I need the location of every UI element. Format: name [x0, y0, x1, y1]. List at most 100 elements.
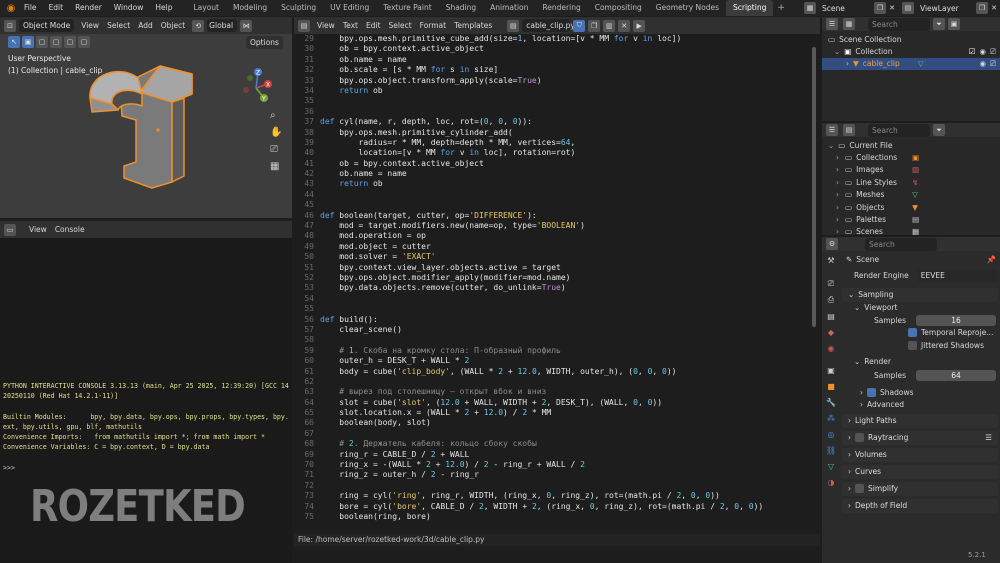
shadows-checkbox[interactable] — [867, 387, 876, 397]
render-samples-field[interactable]: 64 — [916, 370, 997, 382]
render-subsection[interactable]: ⌄ Render — [842, 355, 998, 367]
filename-field[interactable]: cable_clip.py — [522, 19, 575, 32]
expand-arrow-icon[interactable]: › — [836, 203, 839, 212]
object-row-cable-clip[interactable]: › ▼ cable_clip ▽ ◉ ⎚ — [822, 57, 1000, 71]
workspace-tab-scripting[interactable]: Scripting — [726, 0, 774, 16]
open-text-icon[interactable]: ▥ — [603, 19, 616, 32]
orientation-selector[interactable]: Global — [207, 19, 238, 32]
display-mode-icon[interactable]: ▤ — [843, 124, 855, 136]
viewport-menu-add[interactable]: Add — [134, 19, 157, 33]
light-paths-section[interactable]: › Light Paths — [842, 413, 998, 428]
add-workspace-button[interactable]: + — [773, 3, 789, 13]
workspace-tab-modeling[interactable]: Modeling — [226, 0, 274, 16]
grid-icon[interactable]: ▦ — [270, 161, 282, 172]
advanced-row[interactable]: › Advanced — [842, 399, 998, 411]
select-tool-icon[interactable]: ↖ — [8, 36, 20, 48]
workspace-tab-shading[interactable]: Shading — [439, 0, 483, 16]
invert-select-icon[interactable]: ▢ — [64, 36, 76, 48]
workspace-tab-geometry-nodes[interactable]: Geometry Nodes — [649, 0, 726, 16]
editor-menu-view[interactable]: View — [313, 19, 339, 33]
temporal-reprojection-checkbox[interactable] — [908, 328, 917, 338]
visibility-eye-icon[interactable]: ◉ — [979, 47, 986, 56]
tool-tab-icon[interactable]: ⚒ — [824, 253, 838, 267]
properties-type-icon[interactable]: ⚙ — [826, 238, 838, 250]
data-tab-icon[interactable]: ▽ — [824, 459, 838, 473]
mode-selector[interactable]: Object Mode — [19, 19, 75, 32]
console-editor-type-icon[interactable]: ▭ — [4, 223, 16, 236]
extend-select-icon[interactable]: ▢ — [36, 36, 48, 48]
temporal-reprojection-row[interactable]: Temporal Reproje... — [842, 327, 998, 339]
pan-hand-icon[interactable]: ✋ — [270, 127, 282, 138]
render-engine-dropdown[interactable]: EEVEE — [916, 269, 998, 283]
text-editor-type-icon[interactable]: ▤ — [298, 19, 310, 32]
blendfile-item-collections[interactable]: › ▭ Collections ▣ — [822, 151, 1000, 163]
copy-view-layer-icon[interactable]: ❐ — [976, 2, 988, 14]
current-file-row[interactable]: ⌄ ▭ Current File — [822, 139, 1000, 151]
visibility-eye-icon[interactable]: ◉ — [979, 59, 986, 68]
outliner-search[interactable]: Search — [868, 17, 930, 31]
collection-row[interactable]: ⌄ ▣ Collection ☑ ◉ ⎚ — [822, 45, 1000, 57]
viewport-menu-object[interactable]: Object — [157, 19, 189, 33]
expand-arrow-icon[interactable]: › — [836, 165, 839, 174]
workspace-tab-compositing[interactable]: Compositing — [588, 0, 649, 16]
menu-edit[interactable]: Edit — [43, 0, 70, 16]
material-tab-icon[interactable]: ◑ — [824, 475, 838, 489]
run-script-icon[interactable]: ▶ — [633, 19, 646, 32]
workspace-tab-animation[interactable]: Animation — [483, 0, 535, 16]
volumes-section[interactable]: › Volumes — [842, 447, 998, 462]
viewport-menu-view[interactable]: View — [77, 19, 103, 33]
world-tab-icon[interactable]: ◉ — [824, 341, 838, 355]
editor-type-icon[interactable]: ⊡ — [4, 19, 16, 32]
render-camera-icon[interactable]: ⎚ — [990, 59, 996, 69]
blendfile-item-images[interactable]: › ▭ Images ▨ — [822, 164, 1000, 176]
close-view-layer-icon[interactable]: ✕ — [988, 2, 1000, 14]
simplify-section[interactable]: › Simplify — [842, 481, 998, 496]
expand-arrow-icon[interactable]: › — [836, 215, 839, 224]
workspace-tab-uv-editing[interactable]: UV Editing — [323, 0, 376, 16]
editor-menu-select[interactable]: Select — [385, 19, 416, 33]
text-browse-icon[interactable]: ▤ — [507, 19, 520, 32]
render-tab-icon[interactable]: ⎚ — [824, 277, 838, 291]
exclude-checkbox-icon[interactable]: ☑ — [969, 47, 976, 56]
blendfile-item-objects[interactable]: › ▭ Objects ▼ — [822, 201, 1000, 213]
render-camera-icon[interactable]: ⎚ — [990, 47, 996, 57]
outliner-filter-icon[interactable]: ⏷ — [933, 18, 945, 30]
expand-arrow-icon[interactable]: ⌄ — [834, 47, 840, 56]
particles-tab-icon[interactable]: ⁂ — [824, 411, 838, 425]
depth-of-field-section[interactable]: › Depth of Field — [842, 498, 998, 513]
blendfile-item-meshes[interactable]: › ▭ Meshes ▽ — [822, 189, 1000, 201]
copy-scene-icon[interactable]: ❐ — [874, 2, 886, 14]
expand-arrow-icon[interactable]: ⌄ — [828, 141, 834, 150]
display-mode-icon[interactable]: ▦ — [843, 18, 855, 30]
expand-arrow-icon[interactable]: › — [836, 227, 839, 236]
3d-viewport[interactable]: ↖ ▣ ▢ ▢ ▢ ▢ Options User Perspective (1)… — [0, 34, 292, 218]
sampling-section[interactable]: ⌄ Sampling — [842, 287, 998, 302]
raytracing-section[interactable]: › Raytracing ☰ — [842, 430, 998, 445]
view-layer-selector[interactable]: ViewLayer — [916, 1, 974, 15]
workspace-tab-rendering[interactable]: Rendering — [535, 0, 587, 16]
jittered-shadows-checkbox[interactable] — [908, 340, 917, 350]
cable-clip-model[interactable] — [80, 46, 220, 194]
menu-render[interactable]: Render — [69, 0, 108, 16]
menu-file[interactable]: File — [18, 0, 43, 16]
blendfile-search[interactable]: Search — [868, 123, 930, 137]
text-editor[interactable]: ▤ View Text Edit Select Format Templates ▤ ca… — [294, 17, 820, 563]
workspace-tab-layout[interactable]: Layout — [186, 0, 226, 16]
camera-icon[interactable]: ⎚ — [270, 144, 282, 155]
viewport-subsection[interactable]: ⌄ Viewport — [842, 302, 998, 314]
navigation-gizmo[interactable]: X Y Z — [236, 64, 276, 108]
pin-icon[interactable]: 📌 — [987, 255, 996, 264]
physics-tab-icon[interactable]: ◎ — [824, 427, 838, 441]
blendfile-filter-icon[interactable]: ⏷ — [933, 124, 945, 136]
options-dropdown[interactable]: Options — [246, 36, 283, 49]
scene-selector[interactable]: Scene — [818, 1, 872, 15]
subtract-select-icon[interactable]: ▢ — [50, 36, 62, 48]
presets-icon[interactable]: ☰ — [985, 433, 992, 442]
properties-search[interactable]: Search — [865, 237, 937, 251]
editor-menu-edit[interactable]: Edit — [362, 19, 385, 33]
blendfile-item-palettes[interactable]: › ▭ Palettes ▤ — [822, 213, 1000, 225]
python-console[interactable]: PYTHON INTERACTIVE CONSOLE 3.13.13 (main… — [0, 238, 292, 563]
workspace-tab-sculpting[interactable]: Sculpting — [274, 0, 323, 16]
enable-checkbox[interactable] — [855, 484, 864, 494]
unlink-text-icon[interactable]: ✕ — [618, 19, 631, 32]
